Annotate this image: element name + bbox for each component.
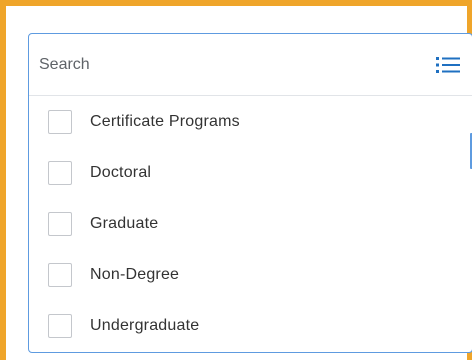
- checkbox[interactable]: [48, 211, 72, 236]
- option-undergraduate[interactable]: Undergraduate: [29, 300, 472, 351]
- option-label: Certificate Programs: [90, 112, 240, 130]
- option-label: Doctoral: [90, 163, 152, 181]
- multiselect-picker: Certificate Programs Doctoral Graduate N…: [28, 33, 472, 353]
- search-row: [29, 34, 472, 96]
- option-certificate-programs[interactable]: Certificate Programs: [29, 96, 472, 147]
- search-input[interactable]: [39, 46, 409, 84]
- highlight-frame: Certificate Programs Doctoral Graduate N…: [0, 0, 472, 360]
- list-icon[interactable]: [436, 56, 460, 74]
- option-doctoral[interactable]: Doctoral: [29, 147, 472, 198]
- options-list: Certificate Programs Doctoral Graduate N…: [29, 96, 472, 351]
- checkbox[interactable]: [48, 262, 72, 287]
- option-non-degree[interactable]: Non-Degree: [29, 249, 472, 300]
- option-graduate[interactable]: Graduate: [29, 198, 472, 249]
- option-label: Non-Degree: [90, 265, 180, 283]
- checkbox[interactable]: [48, 160, 72, 185]
- checkbox[interactable]: [48, 313, 72, 338]
- option-label: Graduate: [90, 214, 159, 232]
- checkbox[interactable]: [48, 109, 72, 134]
- option-label: Undergraduate: [90, 316, 200, 334]
